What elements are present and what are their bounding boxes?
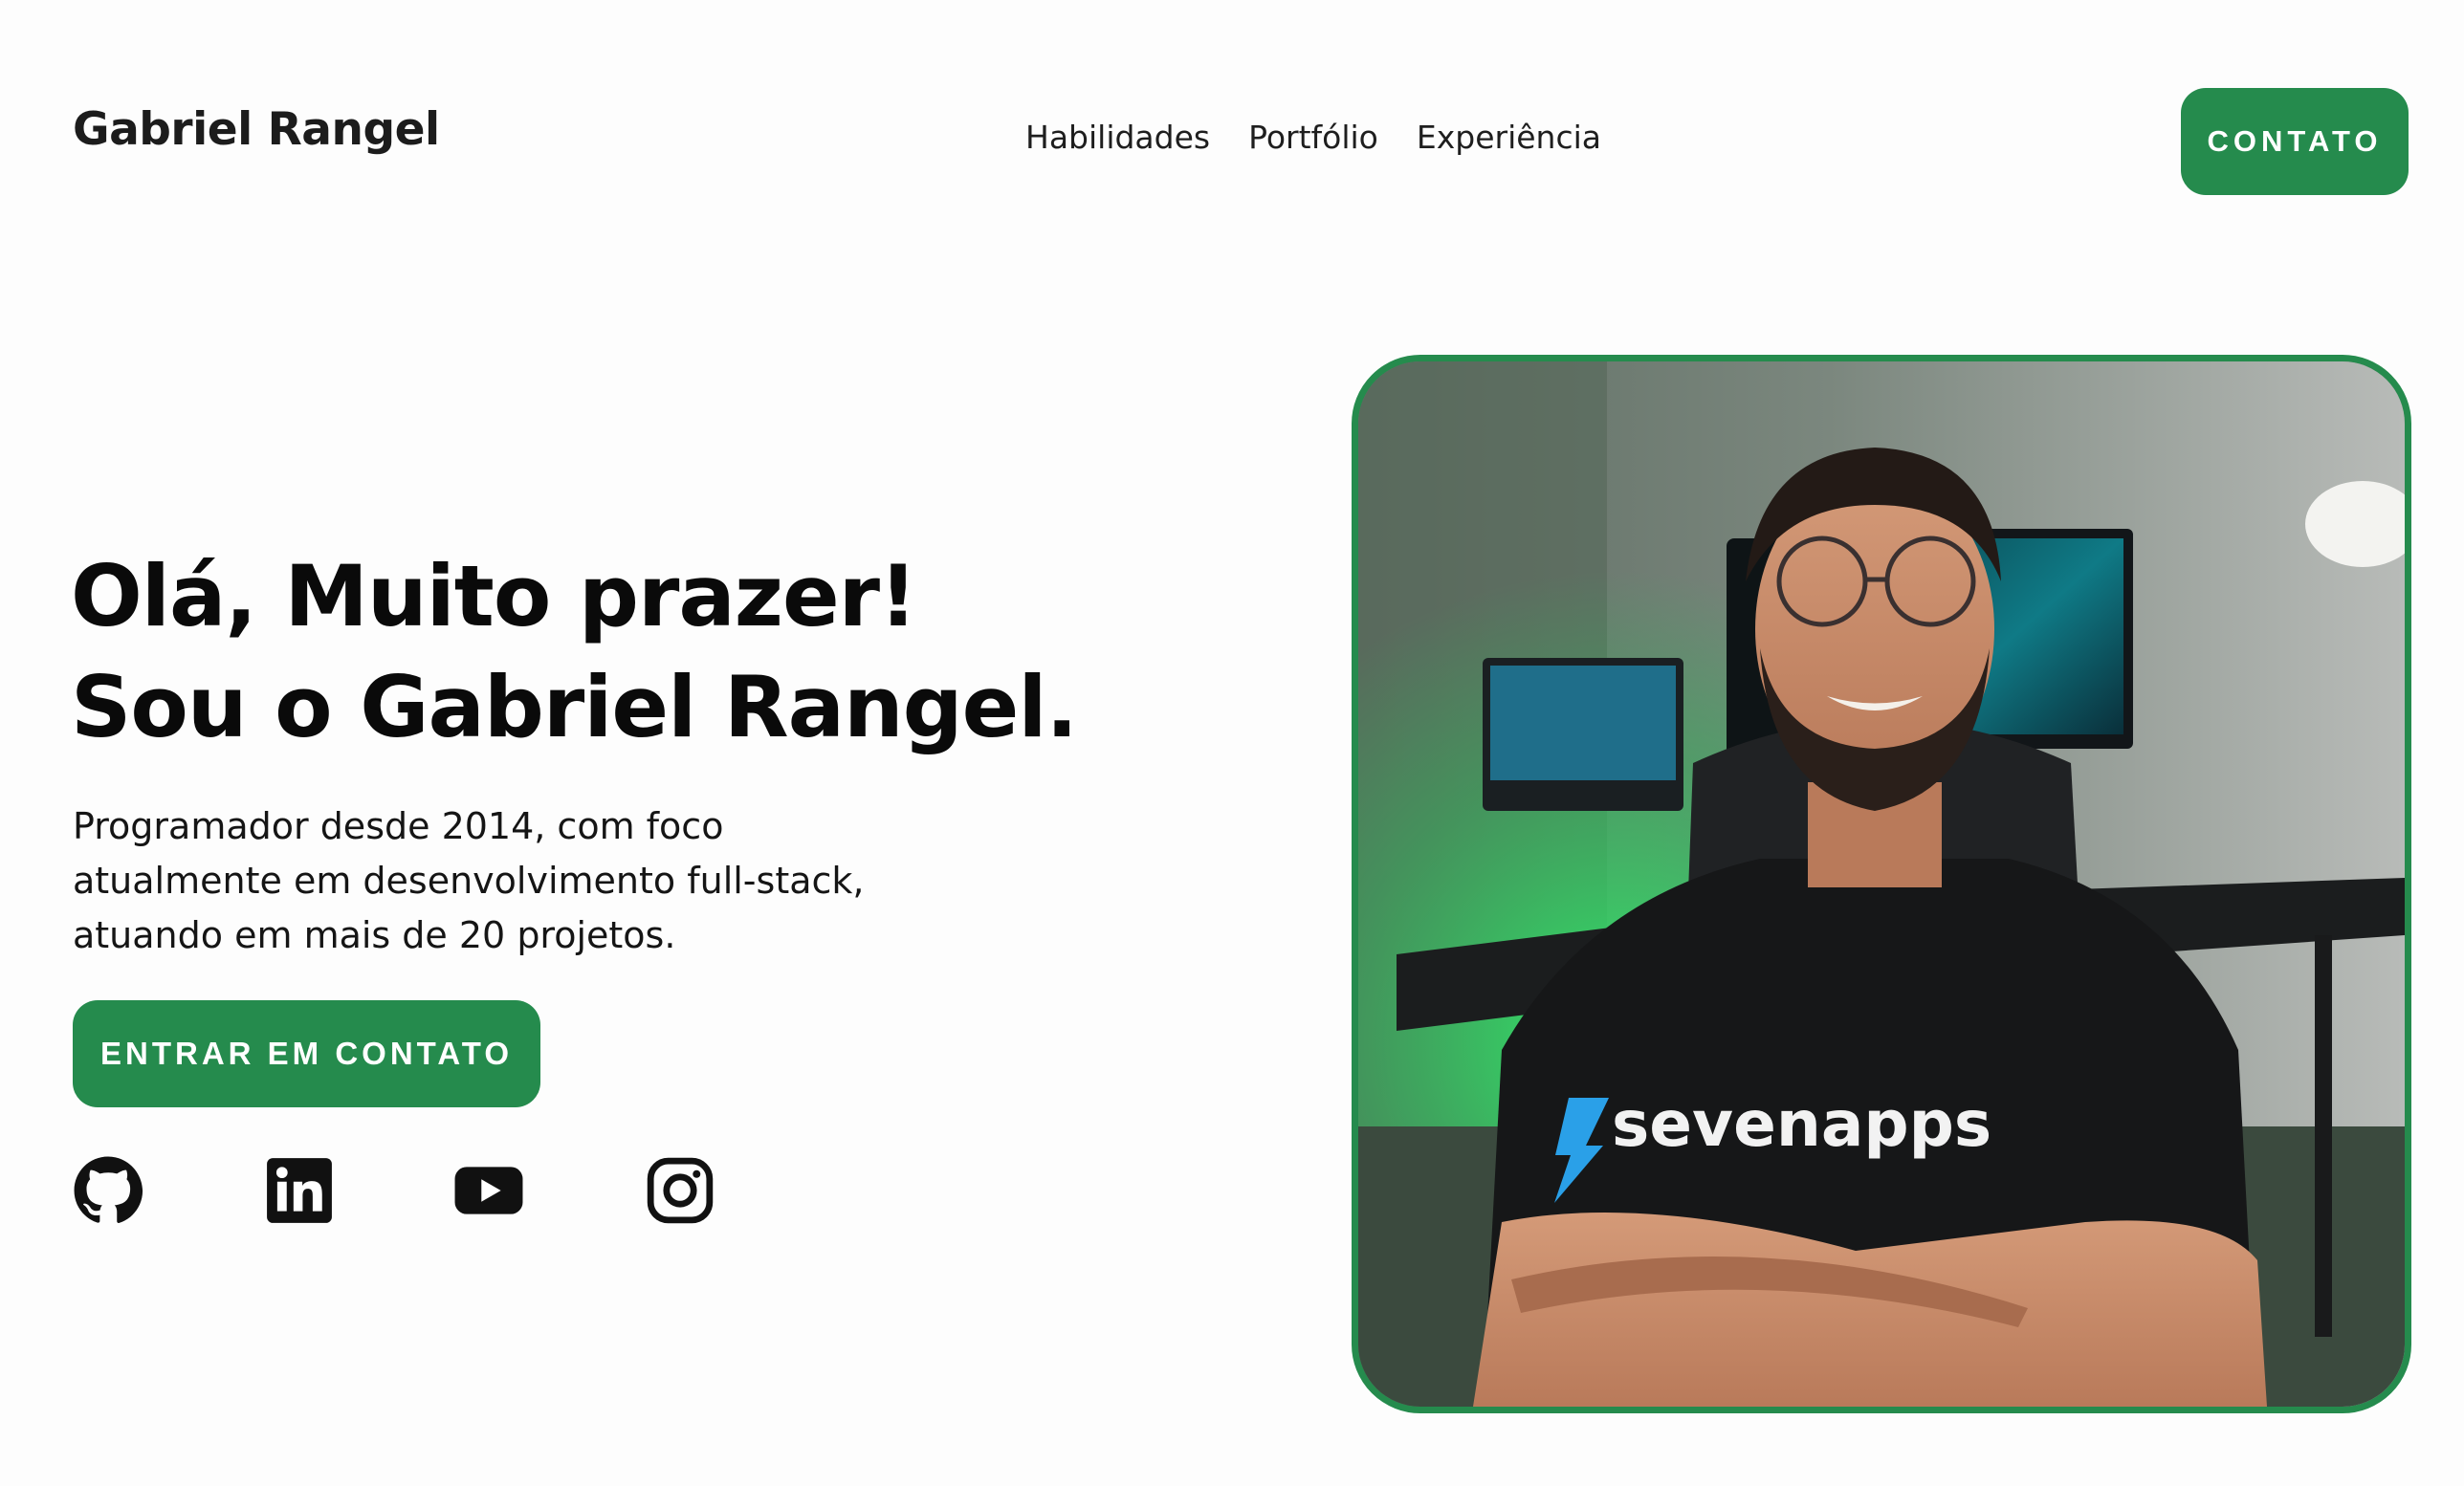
github-icon[interactable] (73, 1155, 143, 1226)
youtube-icon[interactable] (453, 1155, 524, 1226)
site-logo[interactable]: Gabriel Rangel (73, 103, 440, 156)
nav-link-habilidades[interactable]: Habilidades (1025, 119, 1210, 156)
nav-link-portfolio[interactable]: Portfólio (1248, 119, 1378, 156)
hero-bio: Programador desde 2014, com foco atualme… (73, 799, 895, 963)
profile-photo: sevenapps (1352, 355, 2411, 1413)
hero-headline: Olá, Muito prazer! Sou o Gabriel Rangel. (71, 541, 1078, 763)
contact-button[interactable]: CONTATO (2181, 88, 2409, 195)
shirt-logo-text: sevenapps (1612, 1087, 1991, 1161)
bio-line: atualmente em desenvolvimento full-stack… (73, 860, 865, 902)
bio-line: atuando em mais de 20 projetos. (73, 914, 676, 956)
hero-headline-line2: Sou o Gabriel Rangel. (71, 658, 1078, 756)
main-nav: Habilidades Portfólio Experiência (1025, 119, 1601, 156)
get-in-touch-button[interactable]: ENTRAR EM CONTATO (73, 1000, 540, 1107)
instagram-icon[interactable] (645, 1155, 715, 1226)
linkedin-icon[interactable] (264, 1155, 335, 1226)
hero-headline-line1: Olá, Muito prazer! (71, 547, 917, 645)
bio-line: Programador desde 2014, com foco (73, 805, 724, 847)
nav-link-experiencia[interactable]: Experiência (1417, 119, 1601, 156)
